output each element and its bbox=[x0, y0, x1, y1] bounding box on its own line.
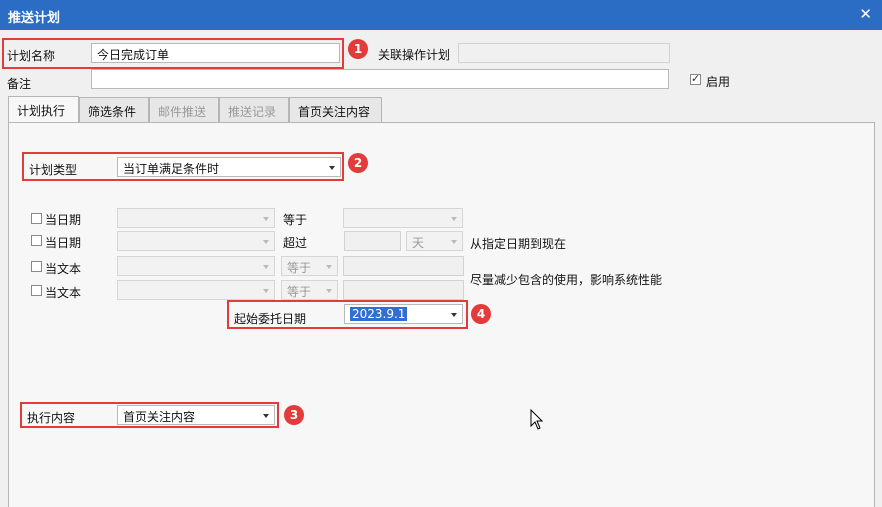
cond-row-1-label: 当日期 bbox=[45, 213, 82, 227]
badge-1: 1 bbox=[348, 39, 368, 59]
tab-email-push: 邮件推送 bbox=[149, 97, 219, 123]
chevron-down-icon bbox=[326, 289, 332, 293]
cond-row-3-note: 尽量减少包含的使用，影响系统性能 bbox=[470, 273, 663, 287]
window-title: 推送计划 bbox=[8, 11, 61, 26]
cond-row-4-op-select: 等于 bbox=[281, 280, 338, 300]
highlight-box-1 bbox=[2, 38, 344, 69]
cond-row-2-field-select bbox=[117, 231, 275, 251]
mouse-cursor-icon bbox=[530, 409, 544, 430]
tab-plan-execution[interactable]: 计划执行 bbox=[8, 96, 79, 123]
cond-row-4-label: 当文本 bbox=[45, 286, 82, 300]
badge-2: 2 bbox=[348, 153, 368, 173]
cond-row-2-note: 从指定日期到现在 bbox=[470, 237, 567, 251]
cond-row-3-value-input bbox=[343, 256, 464, 276]
chevron-down-icon bbox=[263, 240, 269, 244]
cond-row-3-checkbox[interactable] bbox=[31, 261, 42, 272]
cond-row-2-checkbox[interactable] bbox=[31, 235, 42, 246]
cond-row-2-days-input bbox=[344, 231, 401, 251]
cond-row-1-checkbox[interactable] bbox=[31, 213, 42, 224]
cond-row-3-op-select: 等于 bbox=[281, 256, 338, 276]
cond-row-3-op: 等于 bbox=[287, 261, 312, 275]
cond-row-4-checkbox[interactable] bbox=[31, 285, 42, 296]
cond-row-4-op: 等于 bbox=[287, 285, 312, 299]
remark-input[interactable] bbox=[91, 69, 669, 89]
cond-row-1-field-select bbox=[117, 208, 275, 228]
badge-3: 3 bbox=[284, 405, 304, 425]
tab-push-records: 推送记录 bbox=[219, 97, 289, 123]
highlight-box-4 bbox=[227, 300, 468, 329]
enable-label: 启用 bbox=[706, 75, 731, 89]
cond-row-1-op: 等于 bbox=[283, 213, 308, 227]
enable-checkbox[interactable] bbox=[690, 72, 701, 85]
close-icon[interactable]: ✕ bbox=[859, 5, 872, 23]
chevron-down-icon bbox=[263, 265, 269, 269]
cond-row-3-label: 当文本 bbox=[45, 262, 82, 276]
title-bar: 推送计划 ✕ bbox=[0, 0, 882, 30]
cond-row-4-field-select bbox=[117, 280, 275, 300]
related-plan-label: 关联操作计划 bbox=[378, 48, 451, 62]
chevron-down-icon bbox=[451, 240, 457, 244]
tab-filter-conditions[interactable]: 筛选条件 bbox=[79, 97, 149, 123]
cond-row-4-value-input bbox=[343, 280, 464, 300]
chevron-down-icon bbox=[263, 289, 269, 293]
cond-row-2-unit: 天 bbox=[412, 236, 425, 250]
chevron-down-icon bbox=[326, 265, 332, 269]
cond-row-2-label: 当日期 bbox=[45, 236, 82, 250]
highlight-box-3 bbox=[20, 402, 279, 428]
remark-label: 备注 bbox=[7, 77, 32, 91]
cond-row-3-field-select bbox=[117, 256, 275, 276]
tab-home-follow-content[interactable]: 首页关注内容 bbox=[289, 97, 382, 123]
cond-row-2-op: 超过 bbox=[283, 236, 308, 250]
highlight-box-2 bbox=[22, 152, 344, 181]
cond-row-1-value-select bbox=[343, 208, 463, 228]
cond-row-2-unit-select: 天 bbox=[406, 231, 463, 251]
chevron-down-icon bbox=[263, 217, 269, 221]
chevron-down-icon bbox=[451, 217, 457, 221]
related-plan-input bbox=[458, 43, 670, 63]
badge-4: 4 bbox=[471, 304, 491, 324]
